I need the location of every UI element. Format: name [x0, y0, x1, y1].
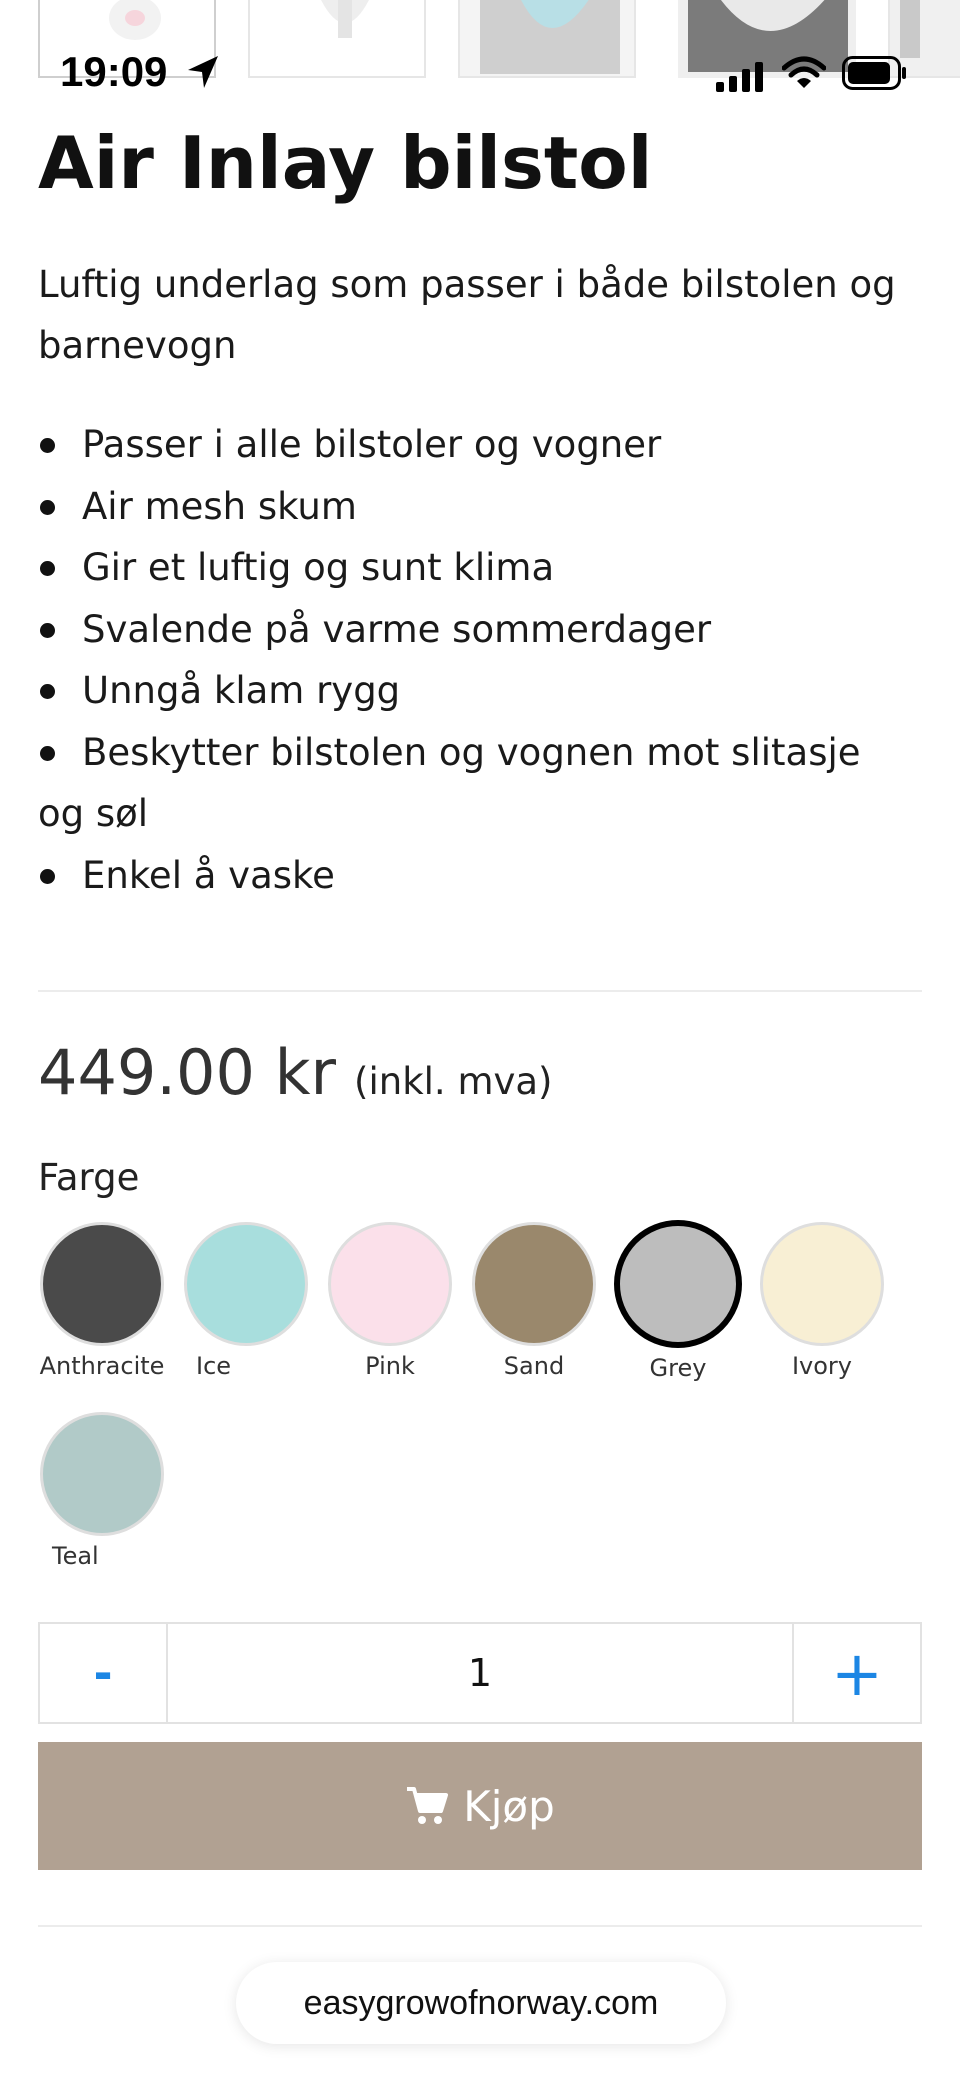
color-swatch-ivory[interactable]: Ivory — [750, 1222, 894, 1382]
feature-item: Passer i alle bilstoler og vogner — [38, 414, 918, 476]
bullet-icon — [40, 745, 55, 761]
browser-url-bar[interactable]: easygrowofnorway.com — [236, 1962, 726, 2044]
color-swatch-grey[interactable]: Grey — [606, 1220, 750, 1384]
color-circle[interactable] — [40, 1412, 164, 1536]
bullet-icon — [40, 438, 55, 453]
color-circle[interactable] — [184, 1222, 308, 1346]
decrease-quantity-button[interactable]: - — [40, 1624, 168, 1722]
feature-item: Enkel å vaske — [38, 845, 918, 907]
cart-icon — [407, 1787, 449, 1824]
quantity-value[interactable]: 1 — [168, 1624, 792, 1722]
feature-item: Beskytter bilstolen og vognen mot slitas… — [38, 730, 861, 836]
color-swatch-pink[interactable]: Pink — [318, 1222, 462, 1382]
divider — [38, 1925, 922, 1927]
color-swatch-sand[interactable]: Sand — [462, 1222, 606, 1382]
color-swatch-anthracite[interactable]: Anthracite — [30, 1222, 174, 1382]
feature-item: Air mesh skum — [38, 476, 918, 538]
battery-icon — [842, 56, 906, 90]
bullet-icon — [40, 622, 55, 638]
color-name: Sand — [503, 1352, 565, 1380]
color-name: Ice — [196, 1352, 232, 1380]
color-circle[interactable] — [472, 1222, 596, 1346]
feature-item: Svalende på varme sommerdager — [38, 599, 918, 661]
increase-quantity-button[interactable]: + — [792, 1624, 920, 1722]
color-circle[interactable] — [760, 1222, 884, 1346]
divider — [38, 990, 922, 992]
price-value: 449.00 kr — [38, 1036, 337, 1109]
bullet-icon — [40, 868, 55, 884]
bullet-icon — [40, 684, 55, 699]
color-name: Teal — [52, 1542, 99, 1570]
location-arrow-icon — [188, 56, 218, 88]
buy-button-label: Kjøp — [463, 1781, 555, 1831]
product-title: Air Inlay bilstol — [38, 121, 653, 205]
vat-note: (inkl. mva) — [354, 1060, 553, 1103]
color-circle[interactable] — [40, 1222, 164, 1346]
buy-button[interactable]: Kjøp — [38, 1742, 922, 1870]
cellular-signal-icon — [716, 62, 763, 92]
color-label: Farge — [38, 1156, 140, 1199]
status-bar: 19:09 — [0, 0, 960, 95]
quantity-stepper: - 1 + — [38, 1622, 922, 1724]
wifi-icon — [782, 56, 826, 88]
status-time: 19:09 — [60, 48, 168, 95]
feature-item: Unngå klam rygg — [38, 660, 918, 722]
color-name: Pink — [365, 1352, 415, 1380]
bullet-icon — [40, 561, 55, 576]
product-lead-description: Luftig underlag som passer i både bilsto… — [38, 263, 896, 367]
color-circle[interactable] — [328, 1222, 452, 1346]
price-row: 449.00 kr (inkl. mva) — [38, 1036, 553, 1116]
color-circle-selected[interactable] — [614, 1220, 742, 1348]
color-swatch-ice[interactable]: Ice — [174, 1222, 318, 1382]
bullet-icon — [40, 499, 55, 515]
color-name: Ivory — [791, 1352, 853, 1380]
color-name: Grey — [649, 1354, 707, 1382]
color-swatch-teal[interactable]: Teal — [30, 1412, 174, 1572]
color-name: Anthracite — [39, 1352, 165, 1380]
feature-list: Passer i alle bilstoler og vogner Air me… — [38, 414, 918, 906]
feature-item: Gir et luftig og sunt klima — [38, 537, 918, 599]
